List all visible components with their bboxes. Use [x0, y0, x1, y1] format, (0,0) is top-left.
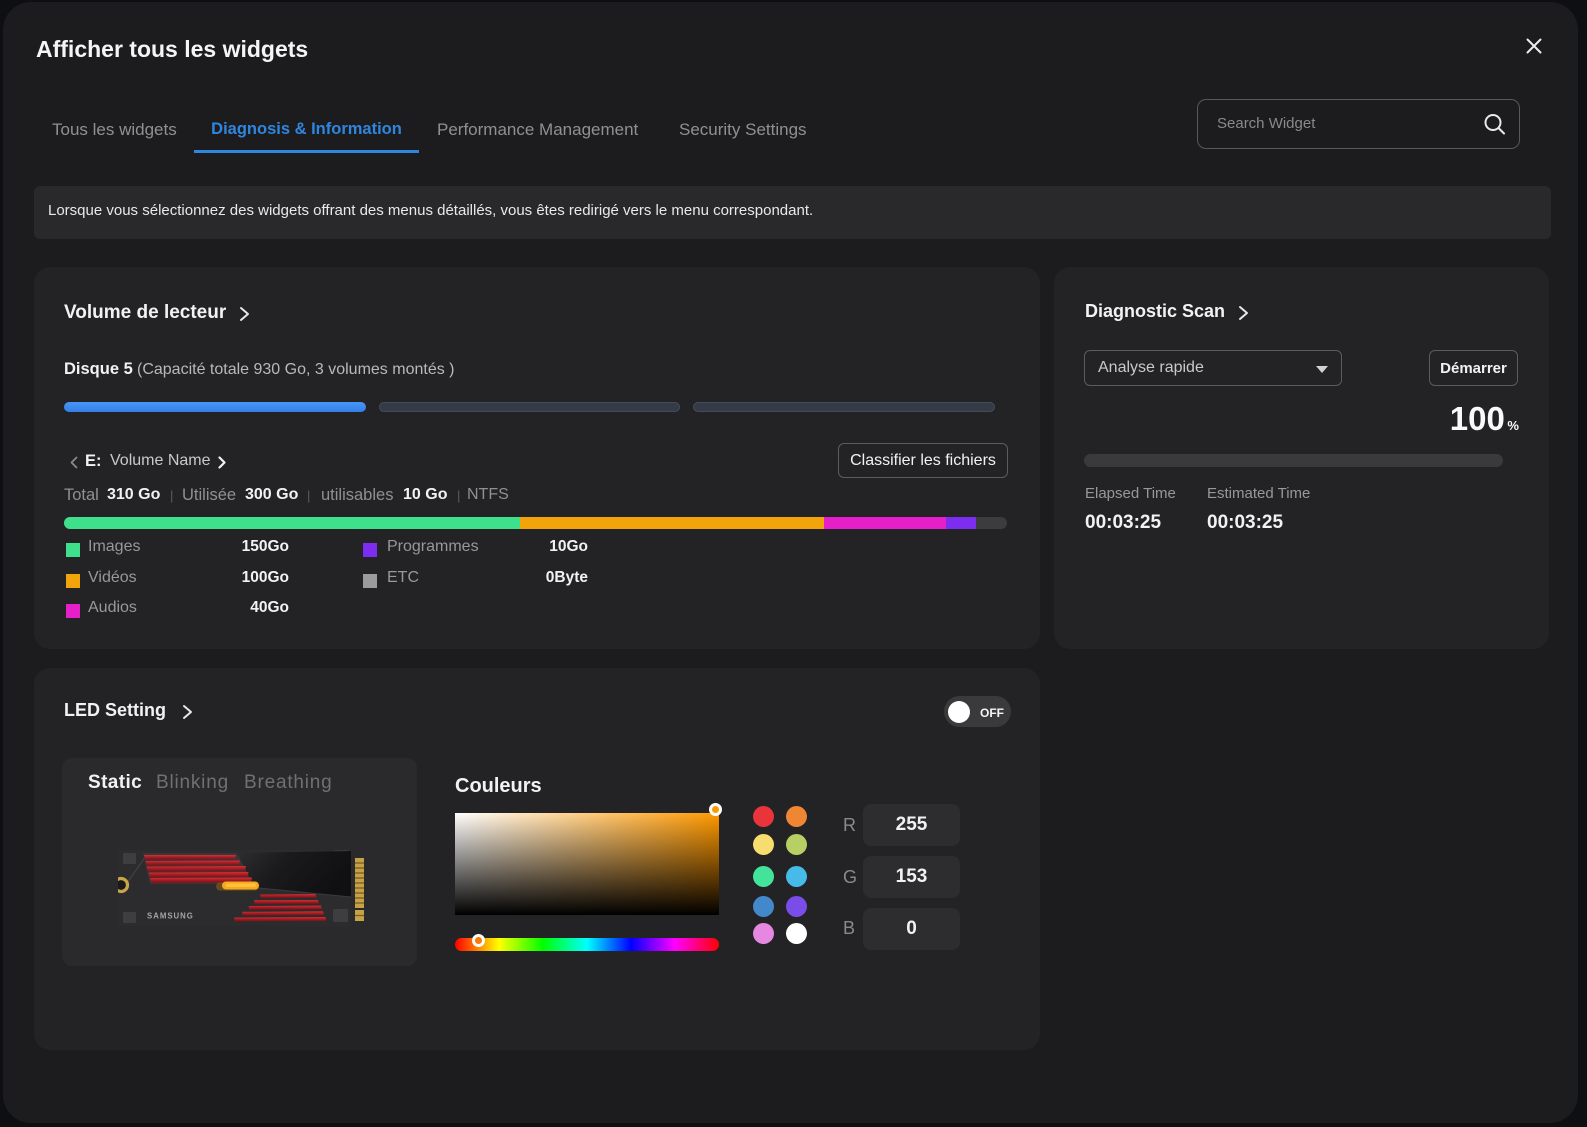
svg-text:SAMSUNG: SAMSUNG	[147, 912, 194, 921]
